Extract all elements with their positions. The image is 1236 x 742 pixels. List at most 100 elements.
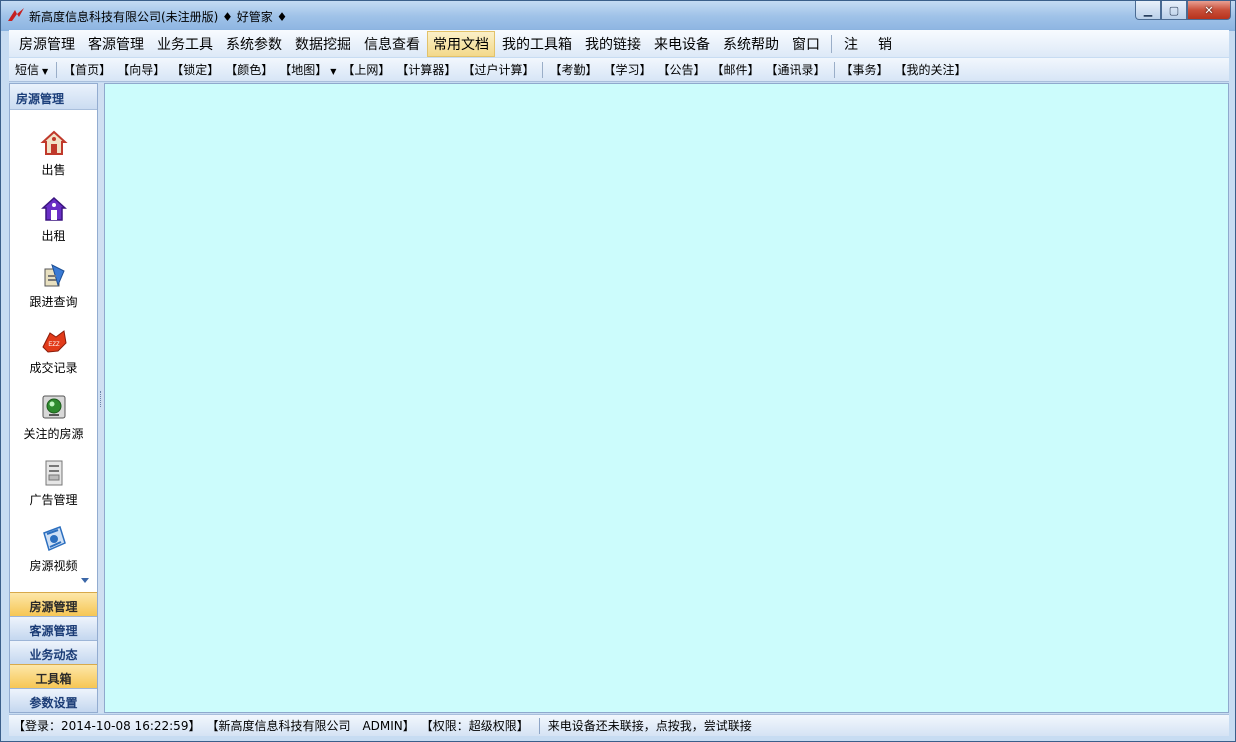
minimize-button[interactable]: ▁ — [1135, 1, 1161, 20]
sidebar-item-label: 出租 — [41, 229, 66, 243]
sidebar-tabs: 房源管理 客源管理 业务动态 工具箱 参数设置 — [10, 592, 97, 712]
close-icon: ✕ — [1204, 3, 1214, 17]
toolbar-group3-item-0[interactable]: 【事务】 — [841, 61, 889, 78]
close-button[interactable]: ✕ — [1187, 1, 1231, 20]
toolbar-item-label: 【邮件】 — [711, 63, 760, 77]
window-title: 新高度信息科技有限公司(未注册版) ♦ 好管家 ♦ — [29, 10, 288, 24]
sidebar-item-list: 出售 出租 跟进查询 EZZ 成交记录 关注的房源 广告管理 房源视频 — [10, 111, 97, 589]
toolbar-group1-item-2[interactable]: 【锁定】 — [171, 61, 219, 78]
toolbar-divider — [542, 61, 544, 78]
status-company: 【新高度信息科技有限公司 ADMIN】 — [206, 719, 415, 733]
watched-icon — [42, 395, 65, 419]
menu-item-1[interactable]: 客源管理 — [82, 31, 150, 57]
sidebar-item-label: 成交记录 — [29, 361, 78, 375]
sidebar-item-ad[interactable]: 广告管理 — [10, 459, 97, 523]
sidebar-item-watched[interactable]: 关注的房源 — [10, 393, 97, 457]
sidebar: 房源管理 出售 出租 跟进查询 EZZ 成交记录 关注的房源 广告管理 房源视频 房源管理 客源… — [9, 83, 98, 713]
toolbar-group1-item-1[interactable]: 【向导】 — [117, 61, 165, 78]
toolbar-item-label: 【公告】 — [657, 63, 706, 77]
sidebar-item-label: 出售 — [41, 163, 66, 177]
sidebar-item-label: 跟进查询 — [29, 295, 78, 309]
menu-item-4[interactable]: 数据挖掘 — [289, 31, 357, 57]
chevron-down-icon: ▼ — [330, 67, 337, 76]
toolbar-group2-item-2[interactable]: 【公告】 — [657, 61, 705, 78]
maximize-button[interactable]: ▢ — [1161, 1, 1187, 20]
menu-item-7[interactable]: 我的工具箱 — [496, 31, 578, 57]
toolbar-item-label: 【锁定】 — [171, 63, 220, 77]
toolbar-group2-item-1[interactable]: 【学习】 — [603, 61, 651, 78]
menu-item-2[interactable]: 业务工具 — [151, 31, 219, 57]
toolbar-group1-item-6[interactable]: 【计算器】 — [396, 61, 456, 78]
sidebar-tab-1[interactable]: 客源管理 — [10, 616, 97, 640]
toolbar-group1-item-5[interactable]: 【上网】 — [342, 61, 390, 78]
sidebar-item-followup[interactable]: 跟进查询 — [10, 261, 97, 325]
video-icon — [42, 526, 66, 552]
toolbar-group2-item-3[interactable]: 【邮件】 — [712, 61, 760, 78]
sidebar-item-label: 广告管理 — [29, 493, 78, 507]
toolbar-item-label: 【通讯录】 — [765, 63, 826, 77]
menu-item-6[interactable]: 常用文档 — [427, 30, 495, 57]
toolbar-item-label: 【过户计算】 — [462, 63, 535, 77]
toolbar: 短信 ▼ 【首页】 【向导】 【锁定】 【颜色】 【地图】 ▼ 【上网】 【计算器】 【过户计算】【… — [9, 58, 1229, 82]
window-controls: ▁ ▢ ✕ — [1135, 1, 1231, 21]
sidebar-item-house-sale[interactable]: 出售 — [10, 129, 97, 193]
scroll-down-icon[interactable] — [81, 578, 89, 583]
toolbar-group2-item-0[interactable]: 【考勤】 — [549, 61, 597, 78]
menu-item-9[interactable]: 来电设备 — [648, 31, 716, 57]
sidebar-tab-0[interactable]: 房源管理 — [10, 592, 97, 616]
toolbar-group1-item-0[interactable]: 【首页】 — [63, 61, 111, 78]
menu-divider — [831, 34, 832, 53]
status-bar: 【登录：2014-10-08 16:22:59】 【新高度信息科技有限公司 AD… — [9, 714, 1229, 736]
toolbar-divider — [833, 61, 835, 78]
minimize-icon: ▁ — [1143, 3, 1153, 17]
toolbar-group1-item-7[interactable]: 【过户计算】 — [462, 61, 534, 78]
menu-extra-0[interactable]: 注 — [838, 31, 864, 57]
toolbar-divider — [56, 61, 58, 78]
app-logo-icon — [8, 8, 24, 21]
toolbar-group1-item-4[interactable]: 【地图】 ▼ — [279, 61, 336, 78]
sidebar-tab-4[interactable]: 参数设置 — [10, 688, 97, 712]
followup-icon — [44, 264, 65, 287]
menu-item-5[interactable]: 信息查看 — [358, 31, 426, 57]
status-rights: 【权限：超级权限】 — [420, 719, 529, 733]
sms-label: 短信 — [15, 63, 40, 77]
toolbar-item-label: 【考勤】 — [549, 63, 598, 77]
sidebar-item-house-rent[interactable]: 出租 — [10, 195, 97, 259]
toolbar-item-label: 【事务】 — [840, 63, 889, 77]
menu-item-10[interactable]: 系统帮助 — [717, 31, 785, 57]
sidebar-tab-3[interactable]: 工具箱 — [10, 664, 97, 688]
toolbar-item-label: 【地图】 — [279, 63, 328, 77]
toolbar-item-label: 【首页】 — [63, 63, 112, 77]
splitter-grip-icon — [100, 391, 102, 407]
menu-bar: 房源管理 客源管理 业务工具 系统参数 数据挖掘 信息查看 常用文档 我的工具箱 我的链接 来电设… — [9, 30, 1229, 57]
menu-item-0[interactable]: 房源管理 — [13, 31, 81, 57]
sidebar-tab-2[interactable]: 业务动态 — [10, 640, 97, 664]
toolbar-item-label: 【学习】 — [603, 63, 652, 77]
deal-record-icon: EZZ — [41, 330, 67, 353]
menu-item-8[interactable]: 我的链接 — [579, 31, 647, 57]
app-window: 新高度信息科技有限公司(未注册版) ♦ 好管家 ♦ ▁ ▢ ✕ 房源管理 客源管理… — [0, 0, 1236, 742]
house-sale-icon — [39, 130, 68, 155]
sidebar-item-deal-record[interactable]: EZZ 成交记录 — [10, 327, 97, 391]
chevron-down-icon: ▼ — [42, 67, 49, 76]
maximize-icon: ▢ — [1168, 3, 1180, 17]
ad-icon — [45, 460, 62, 486]
title-bar: 新高度信息科技有限公司(未注册版) ♦ 好管家 ♦ ▁ ▢ ✕ — [1, 1, 1235, 29]
status-login: 【登录：2014-10-08 16:22:59】 — [13, 719, 201, 733]
status-divider — [538, 717, 540, 734]
menu-extra-1[interactable]: 销 — [872, 31, 898, 57]
main-content-area — [104, 83, 1229, 713]
menu-item-3[interactable]: 系统参数 — [220, 31, 288, 57]
menu-item-11[interactable]: 窗口 — [786, 31, 826, 57]
toolbar-group1-item-3[interactable]: 【颜色】 — [225, 61, 273, 78]
house-rent-icon — [40, 196, 67, 221]
toolbar-group3-item-1[interactable]: 【我的关注】 — [895, 61, 967, 78]
toolbar-item-label: 【上网】 — [342, 63, 391, 77]
toolbar-item-label: 【计算器】 — [396, 63, 457, 77]
toolbar-group2-item-4[interactable]: 【通讯录】 — [766, 61, 826, 78]
sms-dropdown[interactable]: 短信 ▼ — [15, 61, 48, 78]
sidebar-header: 房源管理 — [10, 84, 97, 110]
toolbar-item-label: 【向导】 — [117, 63, 166, 77]
status-device-link[interactable]: 来电设备还未联接，点按我，尝试联接 — [548, 717, 752, 734]
sidebar-item-label: 关注的房源 — [23, 427, 84, 441]
